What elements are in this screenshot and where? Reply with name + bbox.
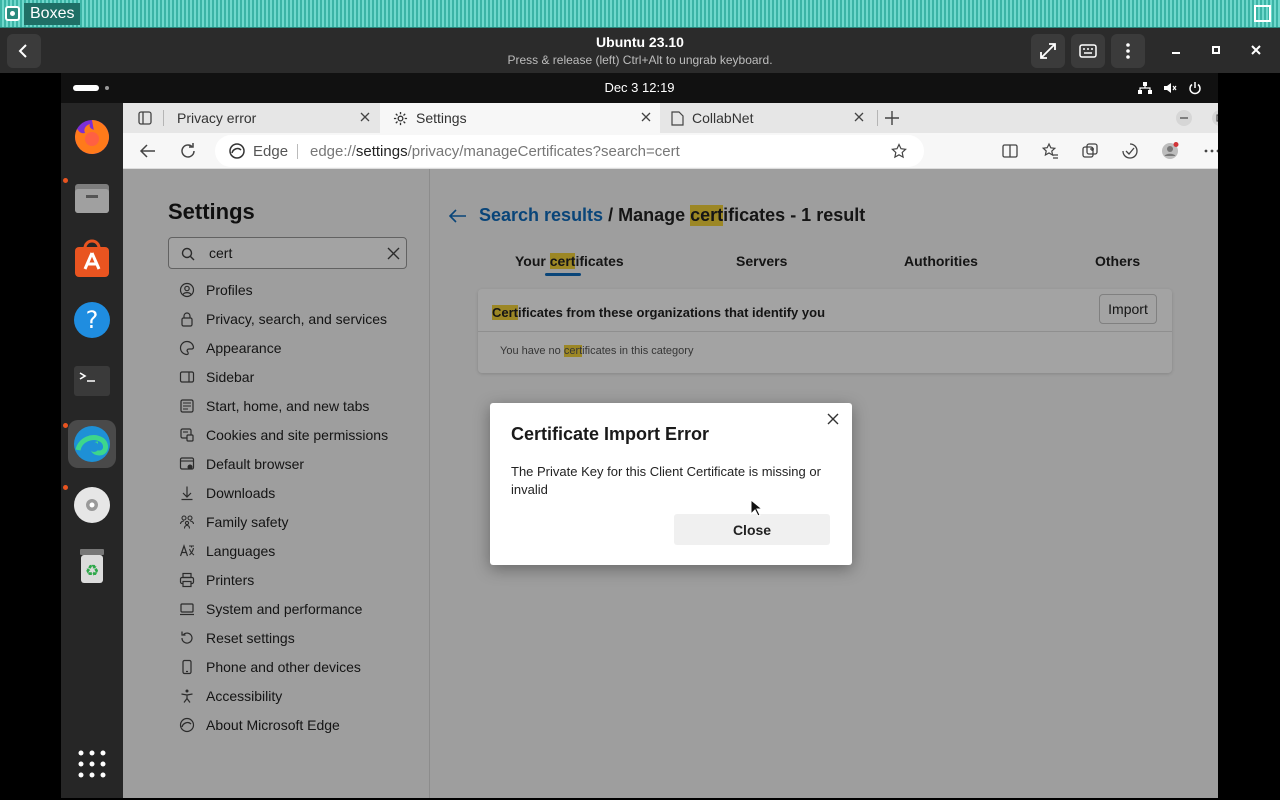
fullscreen-icon bbox=[1040, 43, 1056, 59]
browser-essentials-icon[interactable] bbox=[1121, 142, 1139, 160]
minimize-icon[interactable] bbox=[1176, 110, 1192, 126]
terminal-icon bbox=[74, 366, 110, 396]
edge-logo-icon bbox=[229, 143, 245, 159]
star-icon[interactable] bbox=[891, 143, 907, 159]
close-button[interactable]: Close bbox=[674, 514, 830, 545]
dock-firefox[interactable] bbox=[68, 113, 116, 161]
url-path: /privacy/manageCertificates?search=cert bbox=[407, 143, 680, 160]
omnibox[interactable]: Edge edge://settings/privacy/manageCerti… bbox=[215, 135, 924, 167]
help-icon: ? bbox=[74, 302, 110, 338]
edge-icon bbox=[74, 426, 110, 462]
page-icon bbox=[671, 110, 684, 126]
url-scheme: edge:// bbox=[310, 143, 356, 160]
fullscreen-button[interactable] bbox=[1031, 34, 1065, 68]
restore-icon[interactable] bbox=[1212, 110, 1218, 126]
arrow-left-icon[interactable] bbox=[139, 142, 157, 160]
dock-help[interactable]: ? bbox=[68, 296, 116, 344]
tab-label: CollabNet bbox=[692, 110, 754, 126]
kebab-menu-icon bbox=[1126, 43, 1130, 59]
dialog-title: Certificate Import Error bbox=[511, 424, 710, 444]
close-tab-icon[interactable] bbox=[640, 111, 652, 123]
svg-text:?: ? bbox=[86, 306, 99, 334]
boxes-app-icon bbox=[5, 6, 20, 21]
favorites-icon[interactable] bbox=[1041, 142, 1059, 160]
dock-terminal[interactable] bbox=[68, 357, 116, 405]
address-bar: Edge edge://settings/privacy/manageCerti… bbox=[123, 133, 1218, 169]
dock-trash[interactable]: ♻ bbox=[68, 542, 116, 590]
clock[interactable]: Dec 3 12:19 bbox=[61, 80, 1218, 95]
dialog-message: The Private Key for this Client Certific… bbox=[511, 464, 821, 497]
more-options-icon[interactable] bbox=[1203, 142, 1218, 160]
dock-edge[interactable] bbox=[68, 420, 116, 468]
minimize-icon bbox=[1172, 52, 1180, 54]
tab-privacy-error[interactable]: Privacy error bbox=[169, 103, 379, 133]
close-tab-icon[interactable] bbox=[853, 111, 865, 123]
tab-strip: Privacy error Settings CollabNet bbox=[123, 103, 1218, 133]
host-maximize-button[interactable] bbox=[1254, 5, 1271, 22]
minimize-button[interactable] bbox=[1166, 40, 1186, 60]
url-host: settings bbox=[355, 143, 408, 160]
tab-actions-icon[interactable] bbox=[138, 111, 152, 125]
split-screen-icon[interactable] bbox=[1001, 142, 1019, 160]
tab-label: Privacy error bbox=[177, 110, 257, 126]
new-tab-icon[interactable] bbox=[884, 110, 900, 126]
dock-show-apps[interactable] bbox=[68, 740, 116, 788]
ubuntu-dock: ? ♻ bbox=[61, 103, 123, 798]
site-name: Edge bbox=[253, 143, 289, 160]
mouse-cursor-icon bbox=[750, 499, 762, 517]
url-separator bbox=[297, 144, 298, 159]
network-icon[interactable] bbox=[1138, 81, 1152, 95]
dock-disc[interactable] bbox=[68, 481, 116, 529]
firefox-icon bbox=[75, 120, 109, 154]
keyboard-icon bbox=[1079, 44, 1097, 58]
volume-muted-icon[interactable] bbox=[1163, 81, 1177, 95]
trash-icon: ♻ bbox=[80, 549, 104, 583]
app-center-icon bbox=[75, 239, 109, 277]
collections-icon[interactable] bbox=[1081, 142, 1099, 160]
close-window-button[interactable] bbox=[1246, 40, 1266, 60]
dock-files[interactable] bbox=[68, 174, 116, 222]
close-tab-icon[interactable] bbox=[359, 111, 371, 123]
boxes-header-bar: Ubuntu 23.10 Press & release (left) Ctrl… bbox=[0, 28, 1280, 73]
host-titlebar: Boxes bbox=[0, 0, 1280, 28]
files-icon bbox=[75, 184, 109, 213]
gear-icon bbox=[393, 111, 408, 125]
keyboard-button[interactable] bbox=[1071, 34, 1105, 68]
url-text[interactable]: edge://settings/privacy/manageCertificat… bbox=[310, 143, 680, 160]
certificate-import-error-dialog: Certificate Import Error The Private Key… bbox=[490, 403, 852, 565]
refresh-icon[interactable] bbox=[179, 142, 197, 160]
maximize-icon bbox=[1212, 46, 1220, 54]
close-icon bbox=[1251, 45, 1261, 55]
tab-separator bbox=[163, 110, 164, 126]
dock-app-center[interactable] bbox=[68, 235, 116, 283]
app-grid-icon bbox=[78, 750, 106, 778]
power-icon[interactable] bbox=[1188, 81, 1202, 95]
tab-label: Settings bbox=[416, 110, 467, 126]
tab-settings[interactable]: Settings bbox=[380, 103, 660, 133]
maximize-button[interactable] bbox=[1206, 40, 1226, 60]
close-icon[interactable] bbox=[826, 412, 840, 426]
tab-separator bbox=[877, 110, 878, 126]
ubuntu-top-bar: Dec 3 12:19 bbox=[61, 73, 1218, 103]
svg-text:♻: ♻ bbox=[85, 561, 99, 580]
menu-button[interactable] bbox=[1111, 34, 1145, 68]
disc-icon bbox=[74, 487, 110, 523]
host-app-title: Boxes bbox=[24, 3, 81, 25]
profile-avatar-icon[interactable] bbox=[1161, 142, 1179, 160]
tab-collabnet[interactable]: CollabNet bbox=[663, 103, 873, 133]
